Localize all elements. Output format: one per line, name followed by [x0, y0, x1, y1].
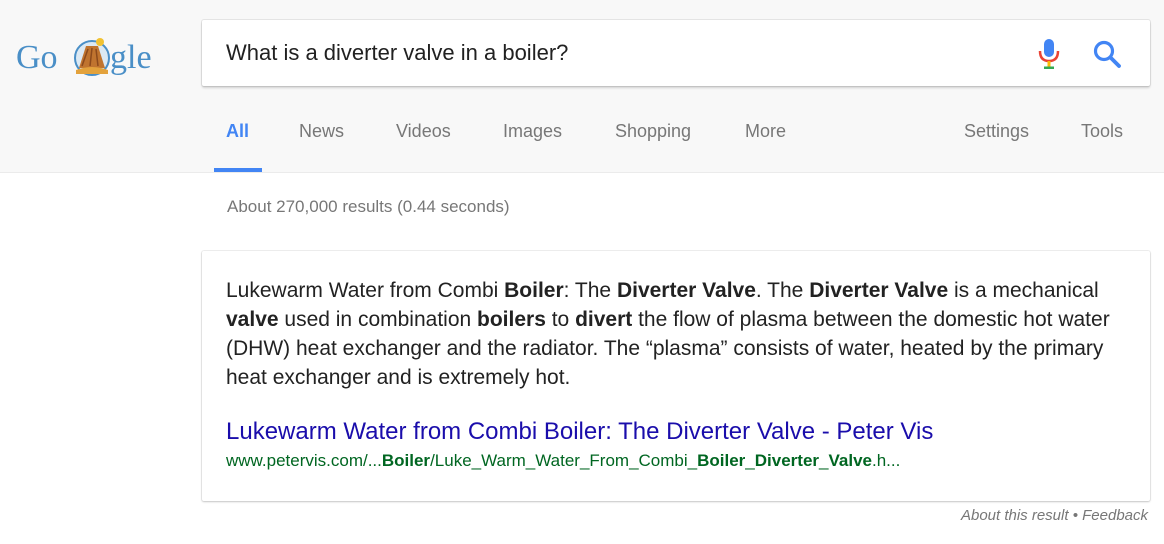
about-this-result-link[interactable]: About this result [961, 507, 1069, 524]
url-segment-text: .h... [872, 451, 901, 470]
url-segment-text: www.petervis.com/... [226, 451, 382, 470]
snippet-segment-text: Lukewarm Water from Combi [226, 279, 505, 302]
url-segment-text: /Luke_Warm_Water_From_Combi_ [430, 451, 698, 470]
devils-tower-doodle-icon [74, 38, 110, 76]
snippet-segment-bold: boilers [477, 308, 546, 331]
search-input[interactable] [226, 34, 1006, 72]
google-doodle-logo[interactable]: Go gle [16, 32, 166, 90]
url-segment-bold: Boiler [697, 451, 746, 470]
tab-images[interactable]: Images [503, 121, 562, 142]
tab-tools[interactable]: Tools [1081, 121, 1123, 142]
snippet-segment-bold: Diverter Valve [616, 279, 756, 302]
search-box[interactable] [202, 20, 1150, 86]
doodle-logo-icon: Go gle [16, 38, 152, 76]
tab-all[interactable]: All [226, 121, 249, 142]
url-segment-bold: Diverter [754, 451, 820, 470]
tab-more[interactable]: More [745, 121, 786, 142]
feedback-link[interactable]: Feedback [1082, 507, 1148, 524]
footer-separator: • [1068, 507, 1083, 524]
tab-settings[interactable]: Settings [964, 121, 1029, 142]
tab-videos[interactable]: Videos [396, 121, 451, 142]
logo-text-left: Go [16, 39, 58, 76]
url-segment-bold: Valve [828, 451, 873, 470]
snippet-segment-bold: valve [226, 308, 279, 331]
result-stats: About 270,000 results (0.44 seconds) [227, 197, 510, 216]
url-segment-text: _ [819, 451, 829, 470]
snippet-segment-bold: Diverter Valve [809, 279, 949, 302]
logo-text-right: gle [110, 39, 152, 76]
search-header: Go gle All News Videos Images [0, 0, 1164, 173]
snippet-segment-bold: divert [575, 308, 633, 331]
result-title-link[interactable]: Lukewarm Water from Combi Boiler: The Di… [226, 418, 1126, 446]
result-url: www.petervis.com/...Boiler/Luke_Warm_Wat… [226, 451, 1131, 471]
snippet-segment-text: to [545, 308, 576, 331]
tab-news[interactable]: News [299, 121, 344, 142]
snippet-text: Lukewarm Water from Combi Boiler: The Di… [226, 276, 1131, 392]
search-tabs: All News Videos Images Shopping More Set… [0, 110, 1164, 173]
url-segment-bold: Boiler [381, 451, 431, 470]
active-tab-indicator [214, 168, 262, 172]
snippet-segment-text: : The [563, 279, 617, 302]
snippet-segment-text: . The [755, 279, 810, 302]
featured-snippet-card: Lukewarm Water from Combi Boiler: The Di… [202, 251, 1150, 501]
microphone-icon[interactable] [1038, 38, 1060, 70]
snippet-footer: About this result • Feedback [961, 507, 1148, 524]
tab-shopping[interactable]: Shopping [615, 121, 691, 142]
snippet-segment-text: used in combination [278, 308, 478, 331]
magnifier-icon[interactable] [1092, 39, 1122, 69]
snippet-segment-text: is a mechanical [948, 279, 1099, 302]
snippet-segment-bold: Boiler [504, 279, 564, 302]
url-segment-text: _ [745, 451, 755, 470]
